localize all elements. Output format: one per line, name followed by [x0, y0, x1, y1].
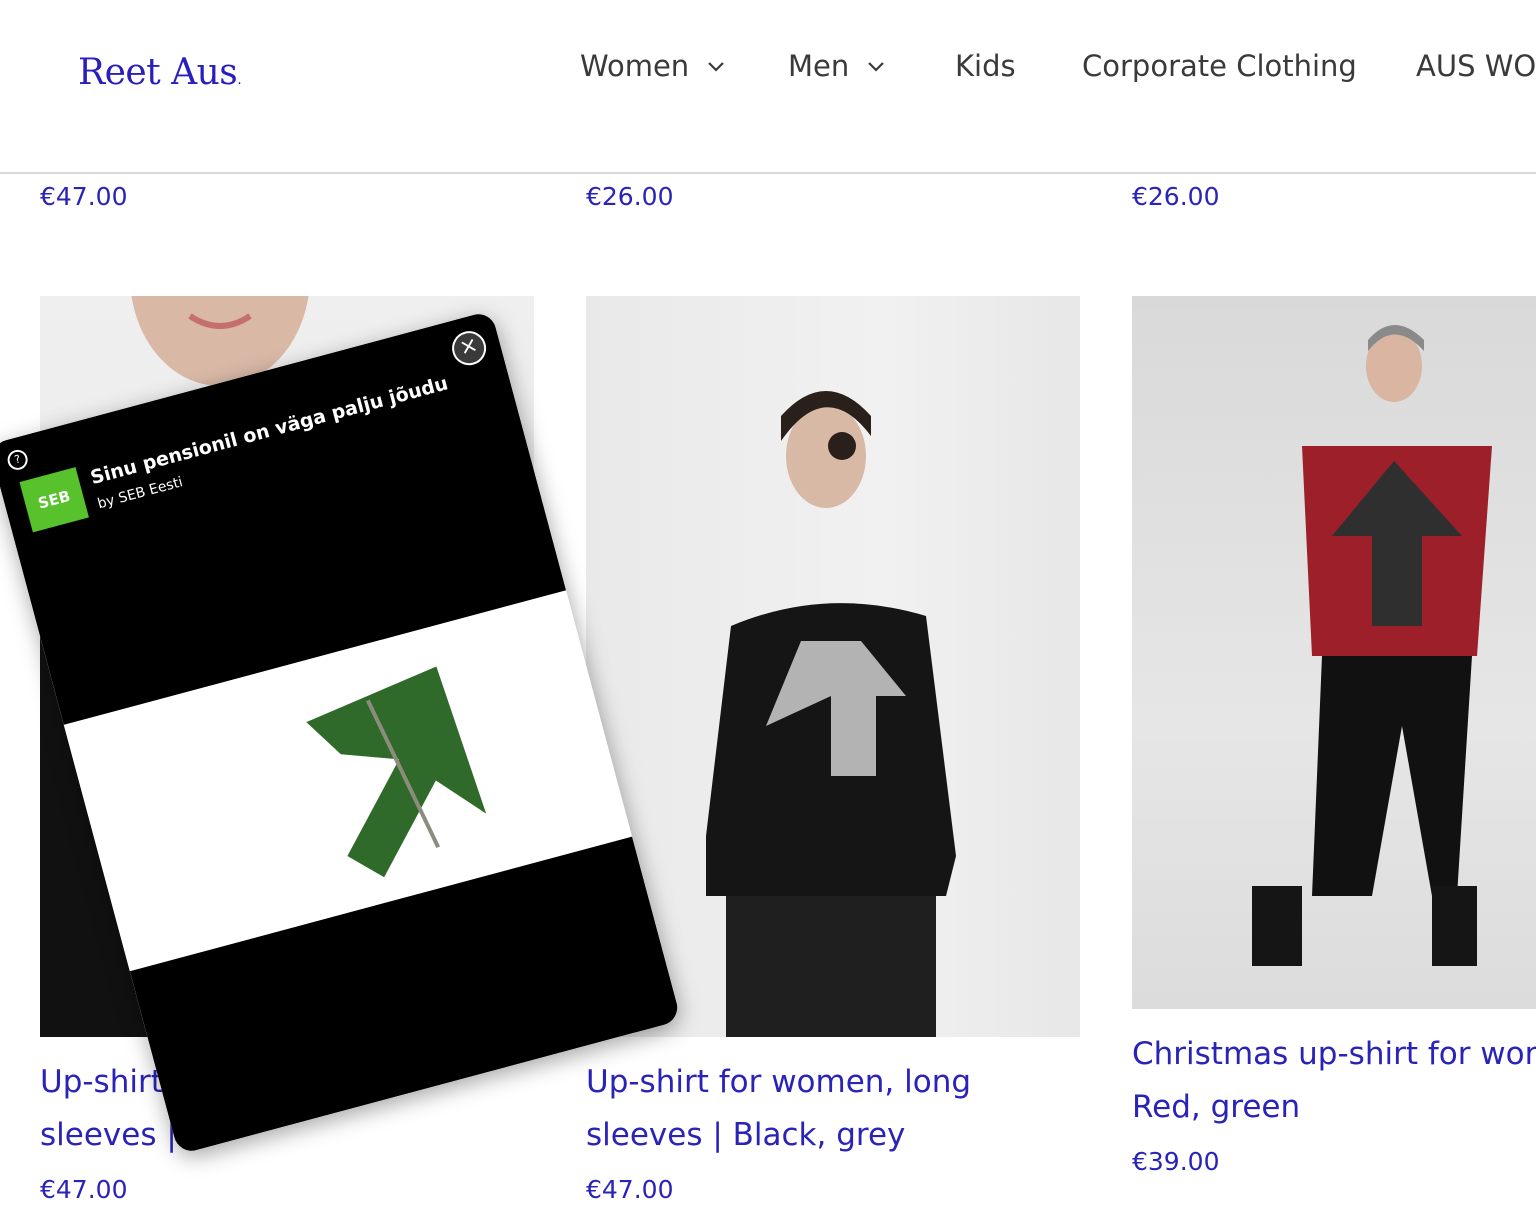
product-photo-illustration: [706, 391, 956, 1037]
seb-logo: SEB: [19, 467, 89, 533]
site-header: Reet Aus. Women Men Kids Corporate Cloth…: [0, 0, 1536, 174]
main-nav: Women Men Kids Corporate Clothing AUS WO: [0, 44, 1536, 88]
nav-men[interactable]: Men: [788, 44, 887, 88]
product-title[interactable]: Christmas up-shirt for wor Red, green: [1132, 1028, 1536, 1134]
nav-kids-label: Kids: [955, 49, 1016, 83]
product-price: €47.00: [586, 1175, 674, 1204]
chevron-down-icon: [705, 55, 727, 77]
nav-aus-wo[interactable]: AUS WO: [1416, 44, 1536, 88]
help-icon[interactable]: ?: [5, 447, 30, 473]
product-price: €26.00: [1132, 182, 1220, 211]
chevron-down-icon: [865, 55, 887, 77]
nav-aus-label: AUS WO: [1416, 49, 1536, 83]
product-photo-illustration: [1252, 325, 1492, 966]
nav-women[interactable]: Women: [580, 44, 727, 88]
product-price: €26.00: [586, 182, 674, 211]
nav-women-label: Women: [580, 49, 690, 83]
product-price: €47.00: [40, 1175, 128, 1204]
nav-men-label: Men: [788, 49, 850, 83]
product-image[interactable]: [1132, 296, 1536, 1009]
product-price: €39.00: [1132, 1147, 1220, 1176]
nav-corporate-clothing[interactable]: Corporate Clothing: [1082, 44, 1357, 88]
product-image[interactable]: [586, 296, 1080, 1037]
product-price: €47.00: [40, 182, 128, 211]
close-icon[interactable]: ×: [448, 327, 490, 370]
product-title[interactable]: Up-shirt for women, long sleeves | Black…: [586, 1056, 1080, 1162]
nav-corporate-label: Corporate Clothing: [1082, 49, 1357, 83]
nav-kids[interactable]: Kids: [955, 44, 1016, 88]
